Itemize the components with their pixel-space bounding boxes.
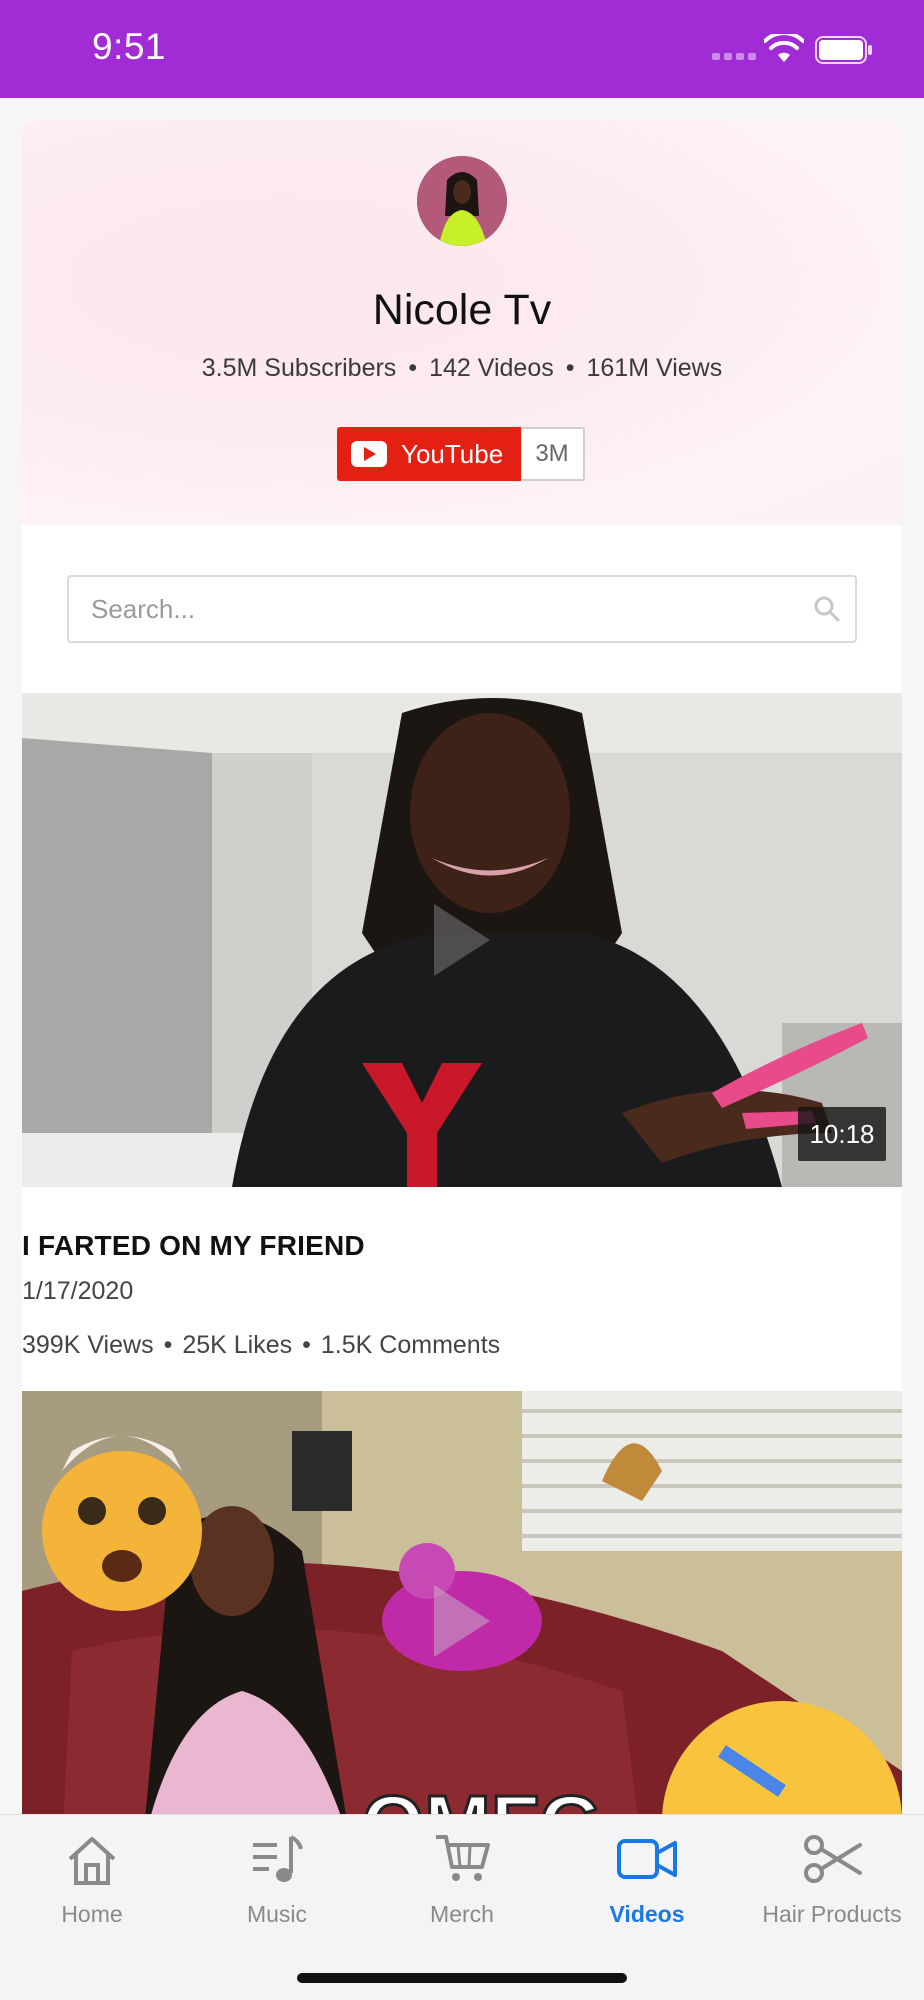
channel-stats: 3.5M Subscribers • 142 Videos • 161M Views: [201, 354, 723, 382]
video-thumbnail[interactable]: OMFG: [22, 1391, 902, 1840]
cellular-signal-icon: [712, 53, 756, 60]
tab-label: Home: [61, 1901, 123, 1927]
video-thumbnail[interactable]: 10:18: [22, 693, 902, 1187]
tab-music[interactable]: Music: [185, 1831, 369, 1941]
youtube-subscriber-count: 3M: [521, 427, 585, 481]
tab-label: Merch: [430, 1901, 494, 1927]
page-content: Nicole Tv 3.5M Subscribers • 142 Videos • 16…: [0, 98, 924, 1840]
video-views: 399K Views: [22, 1331, 154, 1359]
search-input[interactable]: [91, 591, 791, 627]
tab-hair-products[interactable]: Hair Products: [740, 1831, 924, 1941]
battery-icon: [815, 36, 872, 64]
search-icon[interactable]: [811, 593, 843, 625]
channel-name: Nicole Tv: [372, 286, 552, 334]
scissors-icon: [804, 1835, 862, 1883]
video-likes: 25K Likes: [182, 1331, 293, 1359]
tab-label: Videos: [609, 1901, 685, 1927]
play-icon[interactable]: [430, 1581, 494, 1661]
music-icon: [253, 1835, 303, 1882]
video-count: 142 Videos: [429, 354, 554, 382]
cart-icon: [436, 1835, 490, 1881]
subscriber-count: 3.5M Subscribers: [201, 354, 397, 382]
status-bar: 9:51: [0, 0, 924, 98]
video-date: 1/17/2020: [22, 1277, 134, 1305]
play-icon[interactable]: [430, 900, 494, 980]
youtube-label: YouTube: [401, 438, 504, 469]
video-duration: 10:18: [798, 1107, 886, 1161]
view-count: 161M Views: [586, 354, 723, 382]
youtube-logo-icon: [351, 441, 387, 467]
video-comments: 1.5K Comments: [320, 1331, 501, 1359]
tab-label: Hair Products: [762, 1901, 902, 1927]
channel-header: Nicole Tv 3.5M Subscribers • 142 Videos • 16…: [22, 120, 902, 525]
search-box: [67, 575, 857, 643]
channel-card: Nicole Tv 3.5M Subscribers • 142 Videos • 16…: [22, 120, 902, 1840]
tab-merch[interactable]: Merch: [370, 1831, 554, 1941]
home-icon: [68, 1837, 116, 1885]
wifi-icon: [764, 34, 804, 62]
youtube-subscribe-group: YouTube 3M: [337, 427, 585, 481]
youtube-button[interactable]: YouTube: [337, 427, 521, 481]
home-indicator: [297, 1973, 627, 1983]
bottom-tab-bar: Home Music Merch Videos Hair Products: [0, 1814, 924, 2000]
video-camera-icon: [617, 1839, 677, 1879]
tab-label: Music: [246, 1901, 308, 1927]
video-stats: 399K Views • 25K Likes • 1.5K Comments: [22, 1331, 501, 1359]
status-time: 9:51: [92, 26, 167, 67]
avatar[interactable]: [417, 156, 507, 246]
video-title[interactable]: I FARTED ON MY FRIEND: [22, 1230, 365, 1262]
tab-videos[interactable]: Videos: [555, 1831, 739, 1941]
tab-home[interactable]: Home: [0, 1831, 184, 1941]
